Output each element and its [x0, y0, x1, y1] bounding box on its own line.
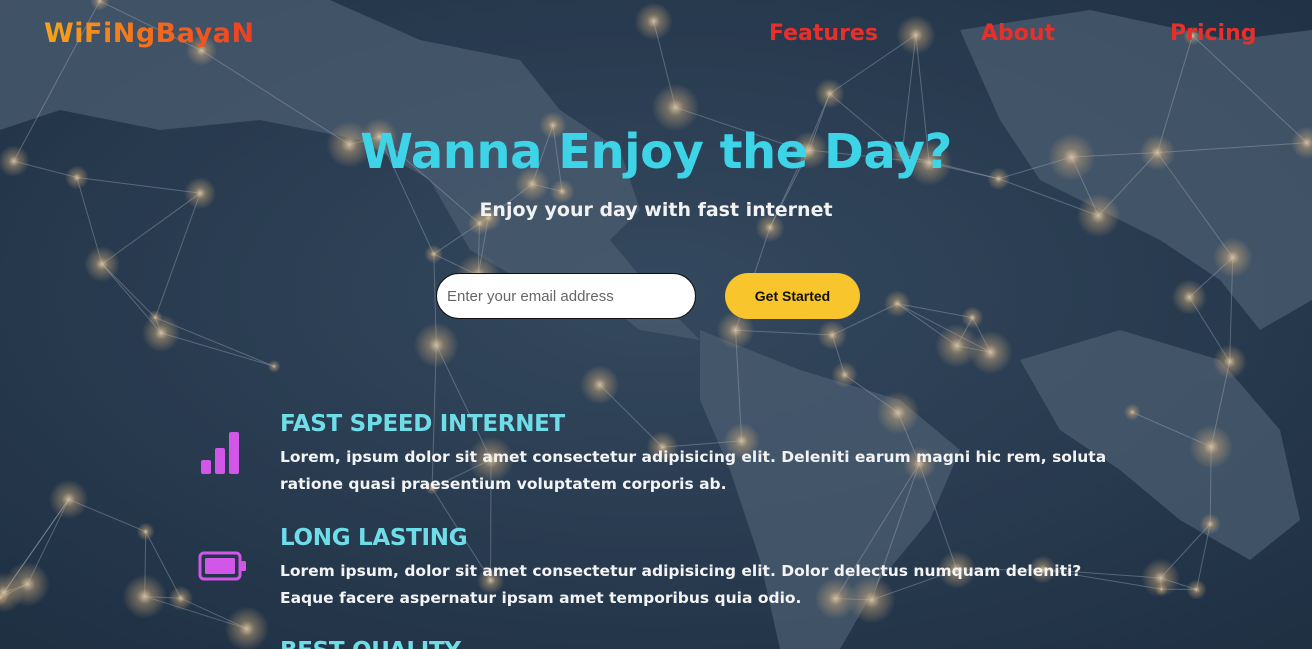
battery-icon	[198, 551, 248, 585]
feature-title-long-lasting: LONG LASTING	[280, 525, 468, 551]
brand-logo[interactable]: WiFiNgBayaN	[44, 18, 255, 49]
hero-title: Wanna Enjoy the Day?	[360, 124, 952, 180]
nav-link-pricing[interactable]: Pricing	[1170, 21, 1257, 46]
world-network-background	[0, 0, 1312, 649]
get-started-button[interactable]: Get Started	[725, 273, 860, 319]
nav-link-features[interactable]: Features	[769, 21, 878, 46]
nav-link-about[interactable]: About	[981, 21, 1055, 46]
signal-bars-icon	[198, 430, 246, 480]
feature-description-long-lasting: Lorem ipsum, dolor sit amet consectetur …	[280, 562, 1082, 607]
email-input[interactable]	[436, 273, 696, 319]
feature-description-fast-speed: Lorem, ipsum dolor sit amet consectetur …	[280, 448, 1107, 493]
hero-subtitle: Enjoy your day with fast internet	[479, 199, 833, 221]
feature-title-fast-speed: FAST SPEED INTERNET	[280, 411, 565, 437]
feature-title-best-quality: BEST QUALITY	[280, 638, 461, 649]
